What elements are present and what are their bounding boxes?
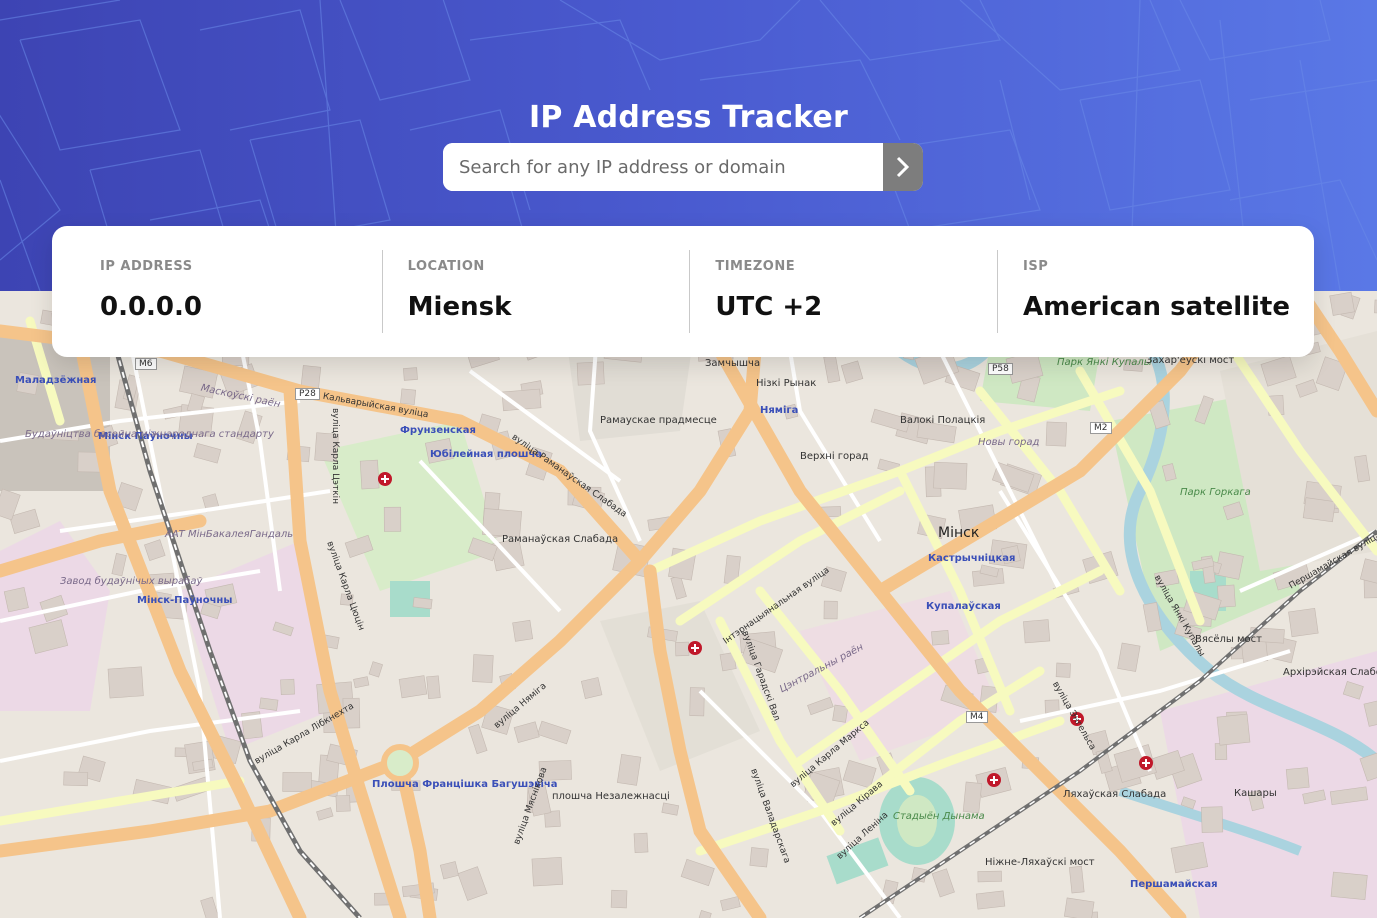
map-label: Парк Горкага [1180,487,1251,498]
map-building [1216,713,1251,746]
location-value: Miensk [407,292,512,322]
search-input[interactable] [443,143,883,191]
map-label: M2 [1090,422,1112,434]
map-label: Новы горад [978,437,1040,448]
map-building [962,781,983,814]
map-building [472,654,494,683]
map-building [576,361,605,386]
map-building [580,677,603,699]
map-building [1330,871,1368,901]
map-building [3,587,29,613]
map-label: Замчышча [705,358,761,369]
map-building [1055,662,1071,678]
location-label: LOCATION [407,259,485,274]
map-label: Стадыён Дынама [893,811,985,822]
map-building [1214,743,1228,761]
isp-value: American satellite [1023,292,1290,322]
map-building [426,675,441,700]
map-building [610,889,628,909]
map-building [832,704,849,723]
ip-address-label: IP ADDRESS [100,259,193,274]
map-label: Вясёлы мост [1195,634,1262,645]
page-title: IP Address Tracker [529,100,848,135]
map-label: Няміга [760,405,799,416]
isp-label: ISP [1023,259,1049,274]
map-building [933,461,968,490]
location-cell: LOCATION Miensk [360,250,668,333]
map-building [359,459,380,490]
map-building [1329,291,1355,316]
map-building [1045,421,1067,447]
map-label: Першамайская [1130,879,1218,890]
map-label: ААТ МінБакалеяГандаль [165,529,294,540]
map-building [63,771,89,787]
map-building [1285,767,1310,790]
map-building [282,772,312,793]
map-label: M6 [135,358,157,370]
map-label: P28 [295,388,320,400]
map-building [531,856,564,887]
map-label: M4 [966,711,988,723]
map-label: Архірэйская Слабодка [1283,667,1377,678]
map-building [1068,865,1085,894]
map-building [383,506,402,532]
map-building [633,832,649,853]
timezone-value: UTC +2 [715,292,823,322]
map-label: P58 [988,363,1013,375]
search-submit-button[interactable] [883,143,923,191]
isp-cell: ISP American satellite [975,250,1314,333]
map-label: Раманаўская Слабада [502,534,619,545]
map-label: Валокі Полацкія [900,415,986,426]
ip-info-card: IP ADDRESS 0.0.0.0 LOCATION Miensk TIMEZ… [52,226,1314,357]
map-building [280,678,295,695]
map-building [616,753,642,786]
chevron-right-icon [896,156,910,178]
map-label: плошча Незалежнасці [552,791,670,802]
map-label: Мінск-Паўночны [137,595,233,606]
map-building [398,675,428,699]
map-building [412,597,433,610]
map-label: Верхні горад [800,451,869,462]
map-label: Купалаўская [926,601,1001,612]
map-label: Будаўніцтва басейна міжнароднага стандар… [25,429,274,440]
map-label: вуліца Карла Цэткін [330,407,341,505]
map-building [259,697,279,711]
map-building [512,619,534,642]
map-building [977,870,1002,883]
map-label: Парк Янкі Купалы [1057,357,1152,368]
map-label: Кашары [1234,788,1277,799]
map-label: Ляхаўская Слабада [1063,789,1167,800]
ip-address-value: 0.0.0.0 [100,292,202,322]
map-building [1023,619,1051,644]
map-label: Маладзёжная [15,375,97,386]
map-label: Завод будаўнічых вырабаў [60,576,203,587]
search-bar [443,143,923,191]
map-building [403,367,418,381]
map-building [400,388,417,405]
map-label: Плошча Францішка Багушэвіча [372,779,558,790]
map-building [823,600,838,620]
map-building [1201,806,1224,833]
map-view[interactable]: Маладзёжная Мінск Мінск Паўночны Мінск-Паўн… [0,291,1377,918]
map-building [749,847,769,868]
map-label: Ніжне-Ляхаўскі мост [985,857,1095,868]
map-label: Мінск [938,525,980,541]
map-label: Рамаускае прадмесце [600,415,717,426]
ip-address-cell: IP ADDRESS 0.0.0.0 [52,250,360,333]
map-label: Нізкі Рынак [756,378,817,389]
map-building [674,641,690,657]
map-building [1302,497,1336,523]
map-building [1288,607,1319,638]
map-building [335,794,351,812]
map-label: Фрунзенская [400,425,476,436]
map-label: Кастрычніцкая [928,553,1016,564]
map-building [931,629,950,646]
map-building [975,890,1006,910]
timezone-label: TIMEZONE [715,259,796,274]
map-building [107,666,144,699]
timezone-cell: TIMEZONE UTC +2 [667,250,975,333]
